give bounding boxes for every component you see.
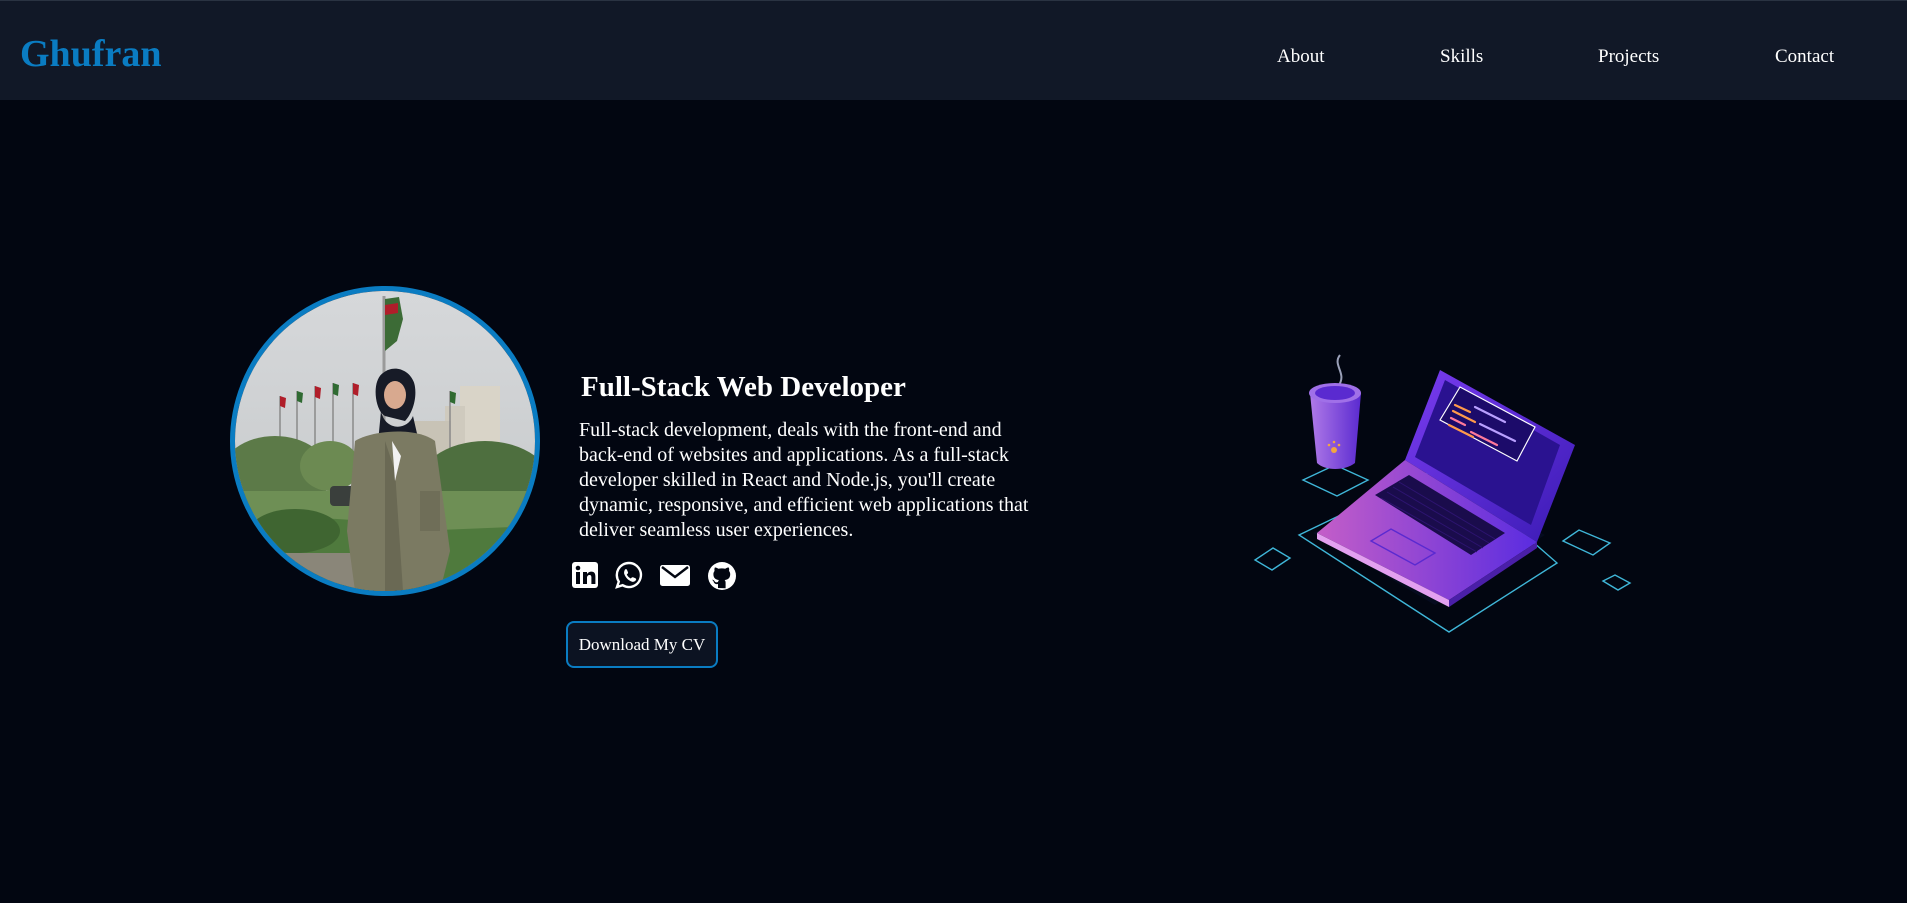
nav-link-projects[interactable]: Projects xyxy=(1598,47,1659,66)
bio-text: Full-stack development, deals with the f… xyxy=(579,419,1029,541)
laptop-illustration xyxy=(1235,345,1635,640)
download-cv-button[interactable]: Download My CV xyxy=(566,621,718,668)
brand-logo[interactable]: Ghufran xyxy=(20,35,161,73)
github-icon[interactable] xyxy=(707,561,737,591)
profile-photo xyxy=(230,286,540,596)
nav-link-skills[interactable]: Skills xyxy=(1440,47,1483,66)
linkedin-icon[interactable] xyxy=(571,561,601,591)
mail-icon[interactable] xyxy=(659,561,690,591)
nav-link-contact[interactable]: Contact xyxy=(1775,47,1834,66)
profile-photo-image xyxy=(235,291,535,591)
headline: Full-Stack Web Developer xyxy=(581,371,906,403)
navbar: Ghufran About Skills Projects Contact xyxy=(0,0,1907,100)
whatsapp-icon[interactable] xyxy=(615,561,645,591)
nav-link-about[interactable]: About xyxy=(1277,47,1325,66)
